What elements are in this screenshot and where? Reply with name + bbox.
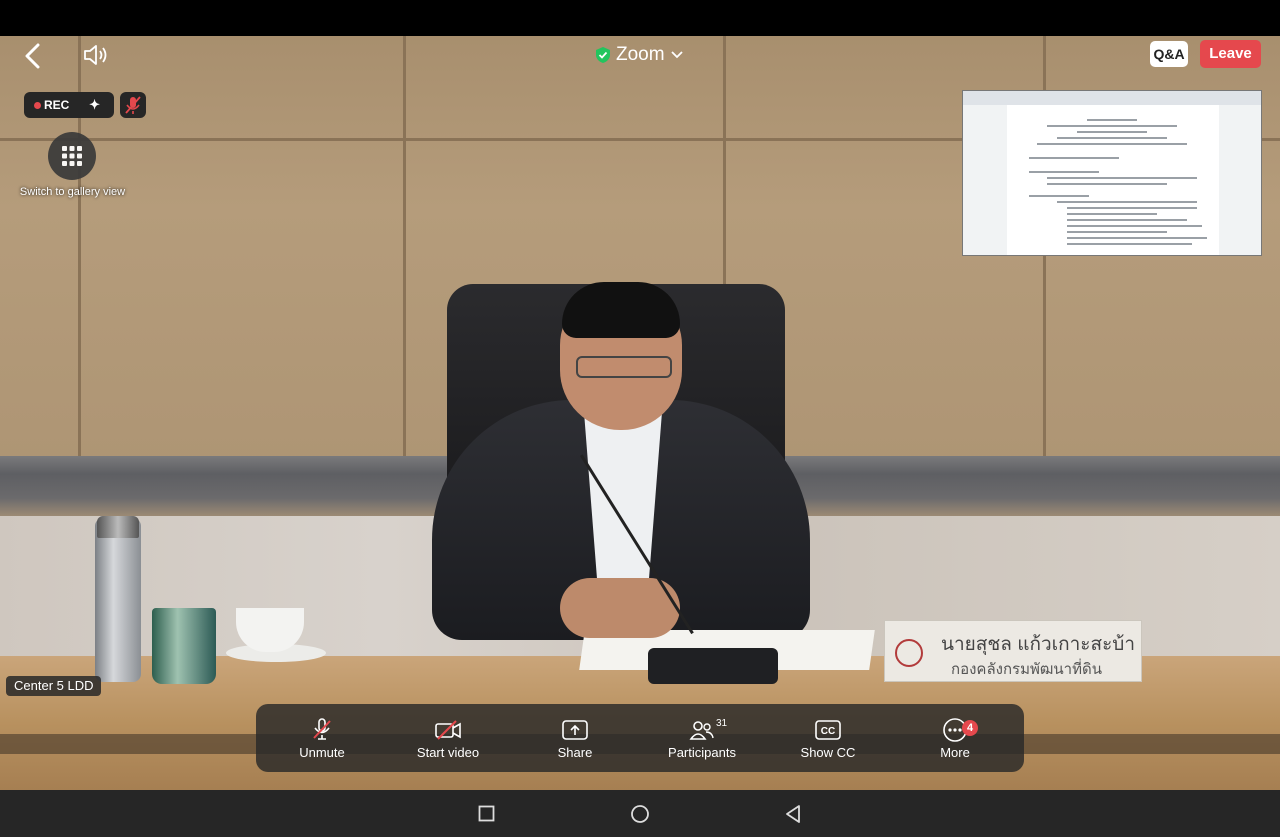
doc-line [1067,213,1157,215]
doc-line [1037,143,1187,145]
bottle-cap [97,516,139,538]
doc-line [1029,157,1119,159]
muted-mic-indicator [120,92,146,118]
mic-muted-icon [313,718,331,740]
svg-text:CC: CC [821,726,835,737]
doc-line [1047,183,1167,185]
rec-label: REC [44,98,70,112]
chevron-down-icon [670,51,683,59]
rec-dot-icon [34,101,41,109]
back-triangle-icon[interactable] [784,804,802,824]
qa-button[interactable]: Q&A [1150,41,1188,67]
unmute-button[interactable]: Unmute [272,704,372,772]
participants-button[interactable]: 31 Participants [652,704,752,772]
share-label: Share [557,745,593,760]
doc-line [1067,207,1197,209]
shared-screen-thumbnail[interactable] [962,90,1262,256]
doc-line [1047,125,1177,127]
doc-line [1067,219,1187,221]
doc-line [1067,243,1192,245]
show-cc-button[interactable]: CC Show CC [778,704,878,772]
status-bar [0,0,1280,36]
participants-count: 31 [716,718,728,729]
more-button[interactable]: More [905,704,1005,772]
gallery-view-label: Switch to gallery view [19,186,126,198]
more-label: More [940,745,970,760]
start-video-label: Start video [416,745,480,760]
speaker-icon[interactable] [82,42,112,68]
cc-icon: CC [815,720,841,740]
shield-check-icon [596,47,610,63]
participants-icon [689,721,714,740]
doc-line [1077,131,1147,133]
doc-line [1067,225,1202,227]
doc-line [1067,231,1167,233]
mic-muted-icon [125,96,141,114]
ai-sparkle-icon: ✦ [89,97,100,112]
doc-line [1029,195,1089,197]
more-notification-badge: 4 [962,720,978,736]
ldd-logo-icon [895,639,923,667]
back-arrow-icon[interactable] [22,43,48,69]
share-button[interactable]: Share [525,704,625,772]
speaker-glasses [576,356,672,378]
thumbnail-document [1007,109,1219,255]
gallery-view-button[interactable] [48,132,96,180]
thumbnail-margin [1219,105,1261,255]
water-bottle [95,518,141,682]
home-circle-icon[interactable] [630,804,650,824]
doc-line [1029,171,1099,173]
recording-indicator[interactable]: REC ✦ [24,92,114,118]
meeting-title-dropdown[interactable]: Zoom [596,44,683,66]
system-nav-bar [0,790,1280,837]
leave-button[interactable]: Leave [1200,40,1261,68]
grid-icon [62,146,82,166]
nameplate-name: นายสุชล แก้วเกาะสะบ้า [941,634,1136,655]
participant-name-label: Center 5 LDD [6,676,102,696]
recents-square-icon[interactable] [478,805,495,822]
speaker-hair [562,282,680,338]
patterned-cup [152,608,216,684]
doc-line [1047,177,1197,179]
start-video-button[interactable]: Start video [398,704,498,772]
thumbnail-browser-bar [963,91,1261,105]
doc-line [1057,137,1167,139]
participants-label: Participants [668,745,736,760]
nameplate-org: กองคลังกรมพัฒนาที่ดิน [951,661,1102,678]
unmute-label: Unmute [299,745,345,760]
show-cc-label: Show CC [800,745,856,760]
doc-line [1087,119,1137,121]
doc-line [1057,201,1197,203]
nameplate: นายสุชล แก้วเกาะสะบ้า กองคลังกรมพัฒนาที่… [884,620,1142,682]
mic-base [648,648,778,684]
meeting-title: Zoom [616,44,665,65]
doc-line [1067,237,1207,239]
video-off-icon [435,720,461,740]
thumbnail-margin [963,105,1007,255]
share-icon [562,720,588,740]
panel-seam [403,36,406,466]
